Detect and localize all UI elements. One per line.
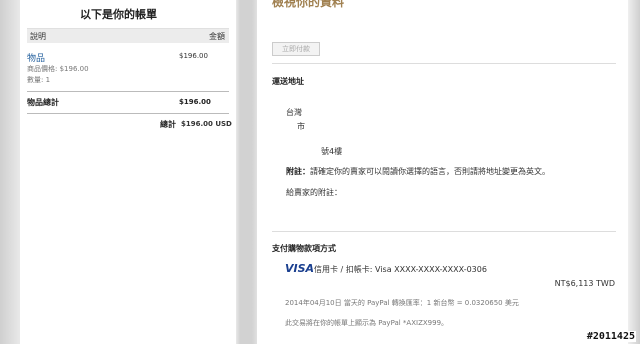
total-value: $196.00 USD [181,120,232,128]
item-quantity: 數量: 1 [27,76,51,84]
seller-note-label: 給賣家的附註： [286,188,342,197]
order-summary-title: 以下是你的帳單 [80,8,157,21]
card-details: 信用卡 / 扣帳卡: Visa XXXX-XXXX-XXXX-0306 [314,265,487,274]
shipping-line-city: 市 [297,122,305,131]
item-name-link[interactable]: 物品 [27,51,45,64]
review-panel: 檢視你的資料 立即付款 運送地址 台灣 市 號4樓 附註：請確定你的賣家可以閱讀… [257,0,628,344]
order-summary-panel: 以下是你的帳單 說明 金額 物品 商品價格: $196.00 數量: 1 $19… [20,0,236,344]
statement-descriptor: 此交易將在你的帳單上顯示為 PayPal *AXIZX999。 [285,319,449,327]
divider [272,231,616,232]
column-description: 說明 [30,32,46,41]
pay-now-button[interactable]: 立即付款 [272,42,320,56]
divider [272,63,616,64]
visa-logo-icon: VISA [285,262,315,275]
subtotal-value: $196.00 [179,98,211,106]
exchange-rate-note: 2014年04月10日 當天的 PayPal 轉換匯率：1 新台幣 = 0.03… [285,299,519,307]
address-note: 附註：請確定你的賣家可以閱讀你選擇的語言，否則請將地址變更為英文。 [286,166,550,177]
divider [27,113,229,114]
shipping-heading: 運送地址 [272,77,304,86]
column-amount: 金額 [209,32,225,41]
note-label: 附註： [286,167,310,176]
note-text: 請確定你的賣家可以閱讀你選擇的語言，否則請將地址變更為英文。 [310,167,550,176]
summary-table-header: 說明 金額 [27,28,229,43]
subtotal-label: 物品總計 [27,98,59,107]
review-title: 檢視你的資料 [272,0,345,9]
image-id-watermark: #2011425 [585,331,636,342]
total-label: 總計 [160,120,176,129]
payment-amount: NT$6,113 TWD [554,279,615,288]
divider [27,91,229,92]
item-price: 商品價格: $196.00 [27,65,89,73]
shipping-line-country: 台灣 [286,108,302,117]
shipping-line-street: 號4樓 [297,147,343,156]
payment-heading: 支付購物款項方式 [272,244,336,253]
item-amount: $196.00 [179,52,208,60]
